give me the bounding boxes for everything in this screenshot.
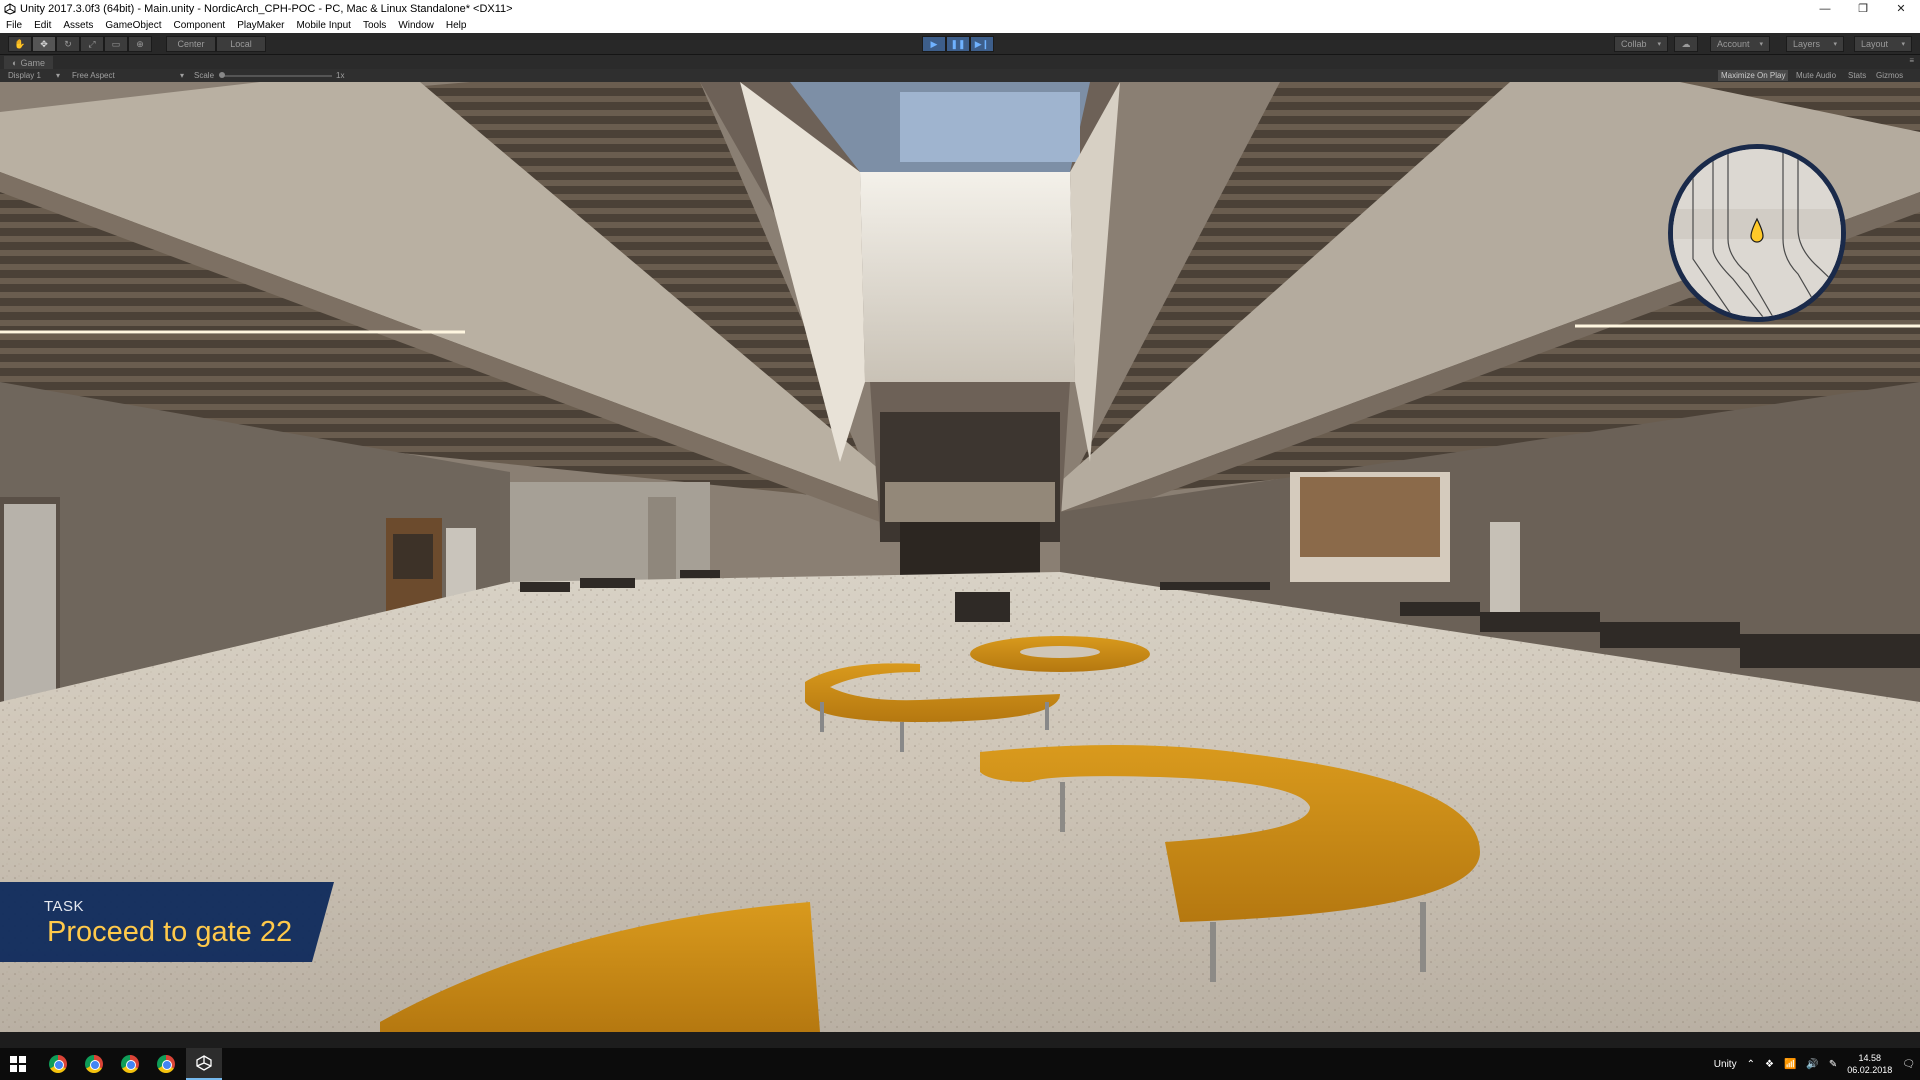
menu-assets[interactable]: Assets <box>57 20 99 31</box>
windows-logo-icon <box>10 1056 26 1072</box>
clock[interactable]: 14.58 06.02.2018 <box>1847 1052 1892 1076</box>
pivot-center-label: Center <box>177 39 205 49</box>
pivot-center-button[interactable]: Center <box>166 36 216 52</box>
menu-window[interactable]: Window <box>392 20 440 31</box>
tray-chevron-icon[interactable]: ⌃ <box>1747 1059 1755 1070</box>
network-icon[interactable]: 📶 <box>1784 1059 1796 1070</box>
menu-mobile-input[interactable]: Mobile Input <box>290 20 356 31</box>
scale-value: 1x <box>336 71 345 80</box>
display-dropdown-chevron-icon: ▾ <box>56 71 61 80</box>
menu-gameobject[interactable]: GameObject <box>99 20 167 31</box>
aspect-dropdown-chevron-icon: ▾ <box>180 71 185 80</box>
pivot-toggles: Center Local <box>166 36 266 52</box>
layers-label: Layers <box>1793 39 1821 49</box>
unity-logo-icon <box>4 2 16 15</box>
taskbar-chrome-3[interactable] <box>112 1048 148 1080</box>
taskbar-unity[interactable] <box>186 1048 222 1080</box>
menu-file[interactable]: File <box>0 20 28 31</box>
scale-slider-handle[interactable] <box>219 72 225 78</box>
notification-icon[interactable]: 🗨 <box>1902 1059 1915 1070</box>
aspect-dropdown[interactable]: Free Aspect <box>72 70 115 81</box>
taskbar-chrome-4[interactable] <box>148 1048 184 1080</box>
menu-component[interactable]: Component <box>168 20 232 31</box>
gizmos-dropdown[interactable]: Gizmos <box>1876 70 1903 81</box>
mute-audio-toggle[interactable]: Mute Audio <box>1796 70 1836 81</box>
maximize-on-play-toggle[interactable]: Maximize On Play <box>1718 70 1789 81</box>
close-button[interactable]: ✕ <box>1882 0 1920 17</box>
stats-toggle[interactable]: Stats <box>1848 70 1866 81</box>
play-controls: ▶ ❚❚ ▶❙ <box>922 36 994 52</box>
cloud-group: ☁ <box>1674 36 1698 52</box>
menu-bar: File Edit Assets GameObject Component Pl… <box>0 17 1920 33</box>
clock-date: 06.02.2018 <box>1847 1065 1893 1075</box>
pivot-local-label: Local <box>230 39 252 49</box>
collab-group: Collab <box>1614 36 1668 52</box>
rotate-tool-icon[interactable]: ↻ <box>56 36 80 52</box>
collab-label: Collab <box>1621 39 1647 49</box>
dropbox-icon[interactable]: ❖ <box>1765 1059 1774 1070</box>
task-panel: TASK Proceed to gate 22 <box>0 882 334 962</box>
pen-icon[interactable]: ✎ <box>1829 1059 1837 1070</box>
chrome-icon <box>85 1055 103 1073</box>
collab-dropdown[interactable]: Collab <box>1614 36 1668 52</box>
tab-menu-icon[interactable]: ≡ <box>1909 56 1914 65</box>
transform-tools: ✋ ✥ ↻ ⤢ ▭ ⊕ <box>8 36 152 52</box>
scale-slider-track[interactable] <box>222 75 332 77</box>
window-title-bar: Unity 2017.3.0f3 (64bit) - Main.unity - … <box>0 0 1920 17</box>
pause-button[interactable]: ❚❚ <box>946 36 970 52</box>
layout-dropdown[interactable]: Layout <box>1854 36 1912 52</box>
layers-group: Layers <box>1786 36 1844 52</box>
tray-label[interactable]: Unity <box>1714 1059 1737 1070</box>
windows-taskbar: Unity ⌃ ❖ 📶 🔊 ✎ 14.58 06.02.2018 🗨 <box>0 1048 1920 1080</box>
volume-icon[interactable]: 🔊 <box>1806 1059 1818 1070</box>
chrome-icon <box>49 1055 67 1073</box>
pivot-local-button[interactable]: Local <box>216 36 266 52</box>
tab-game[interactable]: ◐ Game <box>4 56 53 69</box>
menu-help[interactable]: Help <box>440 20 473 31</box>
clock-time: 14.58 <box>1858 1053 1882 1063</box>
transform-tool-icon[interactable]: ⊕ <box>128 36 152 52</box>
layout-group: Layout <box>1854 36 1912 52</box>
taskbar-chrome-2[interactable] <box>76 1048 112 1080</box>
cloud-icon[interactable]: ☁ <box>1674 36 1698 52</box>
taskbar-chrome-1[interactable] <box>40 1048 76 1080</box>
unity-logo-icon <box>196 1055 212 1071</box>
layers-dropdown[interactable]: Layers <box>1786 36 1844 52</box>
layout-label: Layout <box>1861 39 1889 49</box>
system-tray: Unity ⌃ ❖ 📶 🔊 ✎ 14.58 06.02.2018 🗨 <box>1709 1048 1920 1080</box>
minimap <box>1668 144 1846 322</box>
task-label: TASK <box>44 898 85 915</box>
game-viewport[interactable]: TASK Proceed to gate 22 <box>0 82 1920 1032</box>
task-text: Proceed to gate 22 <box>47 916 293 948</box>
start-button[interactable] <box>0 1048 36 1080</box>
account-group: Account <box>1710 36 1770 52</box>
scale-label: Scale <box>194 71 215 80</box>
hand-tool-icon[interactable]: ✋ <box>8 36 32 52</box>
display-dropdown[interactable]: Display 1 <box>8 70 41 81</box>
minimap-drawing <box>1673 149 1841 317</box>
game-tab-label: Game <box>20 57 45 68</box>
window-title: Unity 2017.3.0f3 (64bit) - Main.unity - … <box>20 2 513 15</box>
rect-tool-icon[interactable]: ▭ <box>104 36 128 52</box>
account-dropdown[interactable]: Account <box>1710 36 1770 52</box>
minimize-button[interactable]: — <box>1806 0 1844 17</box>
move-tool-icon[interactable]: ✥ <box>32 36 56 52</box>
game-view-toolbar: Display 1 ▾ Free Aspect ▾ Scale 1x Maxim… <box>0 69 1920 82</box>
game-tab-strip: ◐ Game ≡ <box>0 55 1920 69</box>
scale-tool-icon[interactable]: ⤢ <box>80 36 104 52</box>
viewport-bottom-strip <box>0 1032 1920 1048</box>
step-button[interactable]: ▶❙ <box>970 36 994 52</box>
menu-tools[interactable]: Tools <box>357 20 392 31</box>
play-button[interactable]: ▶ <box>922 36 946 52</box>
menu-playmaker[interactable]: PlayMaker <box>231 20 290 31</box>
chrome-icon <box>121 1055 139 1073</box>
account-label: Account <box>1717 39 1750 49</box>
restore-button[interactable]: ❐ <box>1844 0 1882 17</box>
chrome-icon <box>157 1055 175 1073</box>
unity-toolbar: ✋ ✥ ↻ ⤢ ▭ ⊕ Center Local ▶ ❚❚ ▶❙ Collab … <box>0 33 1920 55</box>
game-tab-icon: ◐ <box>12 57 18 68</box>
menu-edit[interactable]: Edit <box>28 20 57 31</box>
